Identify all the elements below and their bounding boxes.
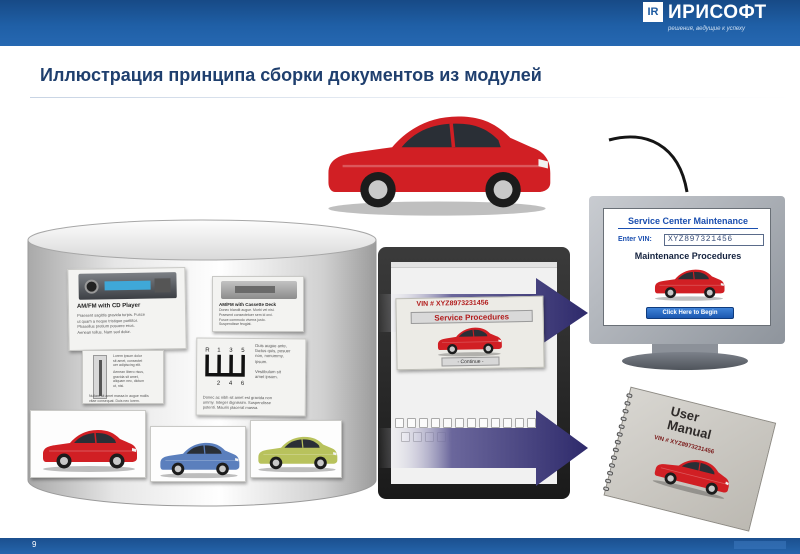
monitor-icon: Service Center Maintenance Enter VIN: XY… xyxy=(589,196,785,344)
module-gearbox: R 1 3 5 2 4 6 Duis augue ante, factus qu… xyxy=(195,337,307,417)
header-band: IR ИРИСОФТ решения, ведущие к успеху xyxy=(0,0,800,46)
arrow-right-icon xyxy=(378,410,588,486)
car-red-image xyxy=(35,423,143,473)
module-car-lime xyxy=(250,420,342,478)
slide-title: Иллюстрация принципа сборки документов и… xyxy=(40,65,542,85)
module-title: AM/FM with CD Player xyxy=(76,302,141,310)
gear-label: 4 xyxy=(229,381,233,387)
brand-name: ИРИСОФТ xyxy=(668,2,767,23)
car-image xyxy=(429,322,510,357)
tablet-service-card: VIN # XYZ8973231456 Service Procedures -… xyxy=(395,295,545,371)
module-text: Donec blandit augue. Morbi vel nisi. Pra… xyxy=(219,308,275,327)
footer-band: 9 xyxy=(0,538,800,554)
gear-label: 1 xyxy=(217,348,221,354)
vin-text: VIN # XYZ8973231456 xyxy=(416,299,489,308)
gear-pattern-icon: R 1 3 5 2 4 6 xyxy=(205,348,245,387)
vin-input[interactable]: XYZ897321456 xyxy=(664,234,764,246)
gear-label: 3 xyxy=(229,348,233,354)
car-image xyxy=(652,263,726,303)
manual-book-icon: User Manual VIN # XYZ8973231456 xyxy=(602,386,784,540)
manual-cover: User Manual VIN # XYZ8973231456 xyxy=(602,386,777,532)
car-image xyxy=(649,444,736,502)
module-text: Aenean libero risus, gravida sit amet, a… xyxy=(113,370,145,388)
module-car-red xyxy=(30,410,146,478)
service-procedures-label: Service Procedures xyxy=(410,309,533,325)
gear-label: 6 xyxy=(241,381,245,387)
car-lime-image xyxy=(255,431,339,473)
maintenance-procedures-title: Maintenance Procedures xyxy=(634,251,742,261)
page-number: 9 xyxy=(32,540,37,549)
car-image xyxy=(264,100,610,218)
vin-label: Enter VIN: xyxy=(618,236,652,243)
gear-label: 5 xyxy=(241,348,245,354)
module-radio-cassette: AM/FM with Cassette Deck Donec blandit a… xyxy=(212,276,304,332)
module-car-blue xyxy=(150,426,246,482)
brand-slogan: решения, ведущие к успеху xyxy=(668,26,746,32)
cassette-deck-image xyxy=(221,281,297,299)
gear-label: R xyxy=(205,348,210,354)
begin-button[interactable]: Click Here to Begin xyxy=(646,307,734,319)
continue-button[interactable]: - Continue - xyxy=(441,356,500,367)
module-radio-cd: AM/FM with CD Player Praesent sagittis g… xyxy=(67,266,187,352)
module-text: Lorem ipsum dolor sit amet, consectet ue… xyxy=(113,354,143,367)
cd-player-image xyxy=(78,272,177,300)
tablet-header xyxy=(391,262,557,268)
monitor-screen: Service Center Maintenance Enter VIN: XY… xyxy=(603,208,771,326)
title-underline xyxy=(618,228,758,229)
module-text: Praesent sagittis gravida turpis. Fusce … xyxy=(77,311,145,335)
module-text: Nullam sit amet massa in augue mollis vi… xyxy=(89,394,149,403)
module-title: AM/FM with Cassette Deck xyxy=(219,302,277,307)
car-blue-image xyxy=(155,437,243,479)
shifter-image xyxy=(93,355,107,399)
module-shifter: Lorem ipsum dolor sit amet, consectet ue… xyxy=(82,350,164,404)
logo-mark: IR xyxy=(643,2,663,22)
service-center-title: Service Center Maintenance xyxy=(627,216,749,226)
module-text: Duis augue ante, factus quis, posuer non… xyxy=(254,343,291,380)
gear-label: 2 xyxy=(217,381,221,387)
footer-logo-mark xyxy=(734,541,786,549)
manual-title: User Manual xyxy=(665,403,713,443)
module-text: Donec ac nibh sit amet est gravida non u… xyxy=(202,394,272,411)
title-divider xyxy=(30,97,792,98)
monitor-stand-base xyxy=(622,352,748,370)
